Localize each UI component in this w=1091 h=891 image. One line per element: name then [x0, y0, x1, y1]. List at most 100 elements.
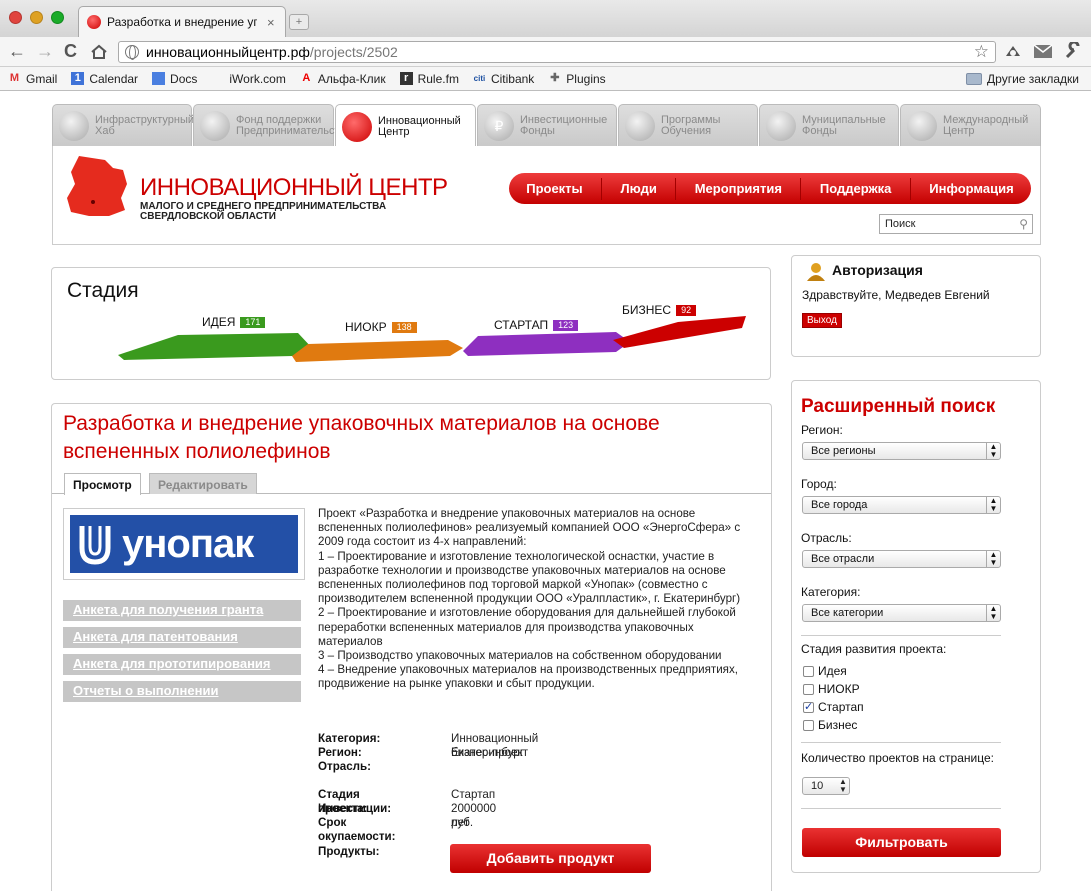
tab-infrastructure-hub[interactable]: Инфраструктурный Хаб [52, 104, 194, 147]
bookmark-iwork[interactable]: iWork.com [211, 72, 285, 86]
unopak-logo-icon [79, 526, 111, 565]
payback-value: лет [451, 816, 470, 829]
stage-filter-idea[interactable]: Идея [803, 664, 847, 678]
stage-idea[interactable]: ИДЕЯ 171 [202, 315, 266, 329]
add-product-button[interactable]: Добавить продукт [450, 844, 651, 873]
nav-support[interactable]: Поддержка [820, 181, 892, 196]
bookmark-rulefm[interactable]: r Rule.fm [399, 72, 459, 86]
extension-icon[interactable] [1003, 42, 1023, 60]
link-reports[interactable]: Отчеты о выполнении [63, 681, 301, 702]
industry-select[interactable]: Все отрасли ▲ ▼ [802, 550, 1001, 568]
stage-filter-niokr[interactable]: НИОКР [803, 682, 860, 696]
select-arrows-icon: ▲ ▼ [986, 551, 1000, 567]
tab-view[interactable]: Просмотр [64, 473, 141, 495]
new-tab-button[interactable]: + [289, 14, 309, 30]
user-icon [807, 263, 825, 281]
tab-innovation-center[interactable]: Инновационный Центр [335, 104, 476, 148]
description-item: 4 – Внедрение упаковочных материалов на … [318, 663, 738, 691]
nav-information[interactable]: Информация [929, 181, 1013, 196]
other-bookmarks[interactable]: Другие закладки [966, 72, 1079, 86]
tab-international-center[interactable]: Международный Центр [900, 104, 1041, 147]
zoom-window-button[interactable] [51, 11, 64, 24]
close-window-button[interactable] [9, 11, 22, 24]
search-input[interactable]: Поиск ⚲ [879, 214, 1033, 234]
tab-support-fund[interactable]: Фонд поддержки Предпринимательства [193, 104, 351, 147]
stage-startup-label: СТАРТАП [494, 318, 549, 332]
apple-icon [211, 72, 224, 85]
figure-icon [907, 111, 937, 141]
bookmark-star-icon[interactable]: ☆ [974, 42, 989, 62]
link-prototype-form[interactable]: Анкета для прототипирования [63, 654, 301, 675]
checkbox[interactable] [803, 719, 814, 731]
address-bar[interactable]: инновационныйцентр.рф /projects/2502 ☆ [118, 41, 996, 63]
wrench-icon[interactable] [1064, 42, 1082, 60]
logout-button[interactable]: Выход [802, 313, 842, 328]
stage-title: Стадия [67, 279, 139, 302]
stage-niokr[interactable]: НИОКР 138 [345, 320, 417, 334]
search-icon[interactable]: ⚲ [1019, 215, 1028, 233]
tab-close-icon[interactable]: × [267, 15, 275, 30]
stage-filter-startup[interactable]: ✓ Стартап [803, 700, 864, 714]
stage-filter-label: Стадия развития проекта: [801, 642, 947, 656]
per-page-select[interactable]: 10 ▲ ▼ [802, 777, 850, 795]
stage-idea-count: 171 [240, 316, 266, 328]
tab-municipal-funds[interactable]: Муниципальные Фонды [759, 104, 899, 147]
checkbox[interactable] [803, 665, 814, 677]
stage-startup[interactable]: СТАРТАП 123 [494, 318, 579, 332]
checkbox-checked[interactable]: ✓ [803, 701, 814, 713]
bookmark-alfa[interactable]: A Альфа-Клик [300, 72, 385, 86]
stage-filter-business[interactable]: Бизнес [803, 718, 857, 732]
calendar-icon: 1 [71, 72, 85, 85]
graduation-cap-icon [625, 111, 655, 141]
stage-arrow-idea [118, 333, 313, 360]
home-icon[interactable] [90, 44, 108, 60]
stage-arrow-business [613, 316, 746, 348]
stage-business[interactable]: БИЗНЕС 92 [622, 303, 697, 317]
url-path: /projects/2502 [309, 44, 398, 60]
region-value: Екатеринбург [451, 746, 524, 759]
browser-tab[interactable]: Разработка и внедрение упа × [78, 6, 286, 37]
nav-events[interactable]: Мероприятия [695, 181, 782, 196]
tab-education-programs[interactable]: Программы Обучения [618, 104, 758, 147]
minimize-window-button[interactable] [30, 11, 43, 24]
puzzle-icon: ✚ [550, 72, 560, 84]
checkbox[interactable] [803, 683, 814, 695]
bookmark-docs[interactable]: Docs [152, 72, 197, 86]
site-header: ИННОВАЦИОННЫЙ ЦЕНТР МАЛОГО И СРЕДНЕГО ПР… [52, 146, 1041, 245]
city-filter-label: Город: [801, 477, 837, 491]
tab-investment-funds[interactable]: ₽ Инвестиционные Фонды [477, 104, 617, 147]
link-patent-form[interactable]: Анкета для патентования [63, 627, 301, 648]
citibank-icon: citi [473, 74, 486, 83]
stage-business-count: 92 [676, 304, 697, 316]
tab-edit[interactable]: Редактировать [149, 473, 257, 494]
back-button[interactable]: ← [8, 42, 26, 60]
per-page-label: Количество проектов на странице: [801, 751, 994, 765]
select-arrows-icon: ▲ ▼ [986, 497, 1000, 513]
stage-arrow-niokr [292, 340, 463, 362]
company-logo: унопак [63, 508, 305, 580]
description-item: 3 – Производство упаковочных материалов … [318, 649, 722, 663]
category-select[interactable]: Все категории ▲ ▼ [802, 604, 1001, 622]
unopak-logo-text: унопак [122, 522, 254, 566]
stage-value: Стартап [451, 788, 496, 801]
region-select[interactable]: Все регионы ▲ ▼ [802, 442, 1001, 460]
bookmark-plugins[interactable]: ✚ Plugins [548, 72, 605, 86]
divider [801, 808, 1001, 809]
nav-projects[interactable]: Проекты [526, 181, 582, 196]
region-filter-label: Регион: [801, 423, 843, 437]
bookmark-calendar[interactable]: 1 Calendar [71, 72, 138, 86]
region-map-logo[interactable] [65, 154, 131, 220]
bookmark-citibank[interactable]: citi Citibank [473, 72, 535, 86]
nav-people[interactable]: Люди [621, 181, 657, 196]
forward-button[interactable]: → [36, 42, 54, 60]
link-grant-form[interactable]: Анкета для получения гранта [63, 600, 301, 621]
mail-icon[interactable] [1033, 42, 1055, 60]
stage-niokr-count: 138 [391, 321, 417, 333]
gmail-icon: M [9, 72, 20, 84]
reload-button[interactable]: C [64, 42, 77, 60]
divider [801, 635, 1001, 636]
city-select[interactable]: Все города ▲ ▼ [802, 496, 1001, 514]
bookmark-gmail[interactable]: M Gmail [8, 72, 57, 86]
filter-button[interactable]: Фильтровать [802, 828, 1001, 857]
industry-label: Отрасль: [318, 760, 372, 773]
